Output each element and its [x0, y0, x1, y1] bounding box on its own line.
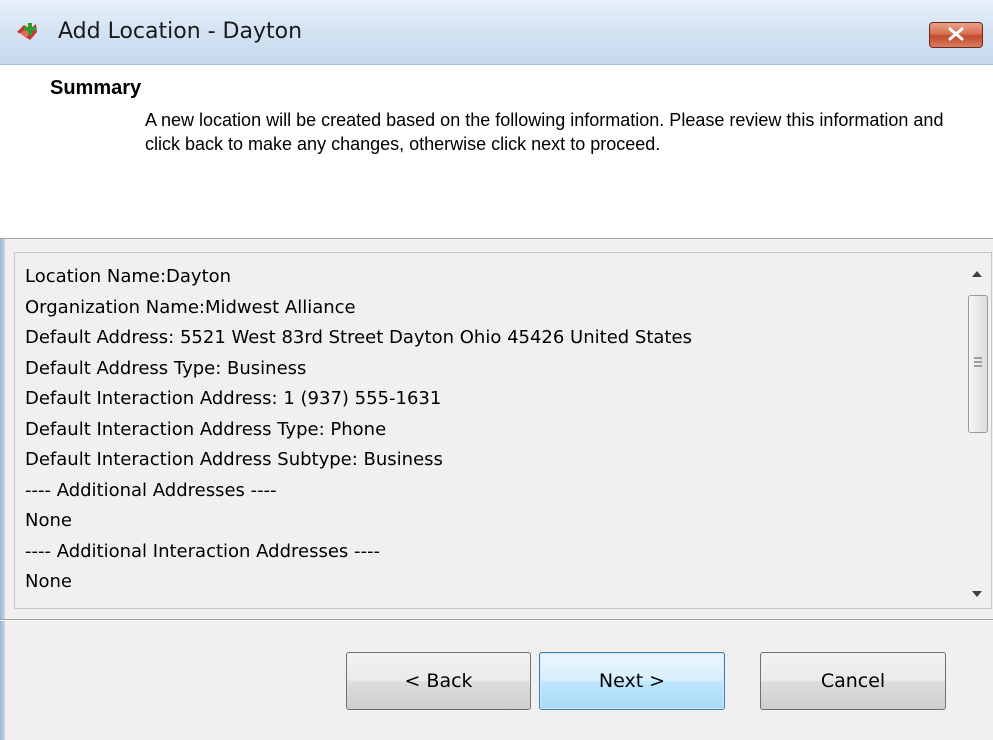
cancel-button[interactable]: Cancel — [760, 652, 946, 710]
summary-line-organization-name: Organization Name:Midwest Alliance — [25, 296, 356, 318]
add-location-icon — [14, 20, 40, 44]
add-location-dialog: Add Location - Dayton Summary A new loca… — [0, 0, 993, 740]
wizard-header: Summary A new location will be created b… — [0, 65, 993, 239]
summary-textbox[interactable]: Location Name:Dayton Organization Name:M… — [14, 252, 992, 609]
summary-line-interaction-address: Default Interaction Address: 1 (937) 555… — [25, 388, 442, 409]
scroll-up-button[interactable] — [963, 255, 991, 287]
summary-line-additional-interaction-header: ---- Additional Interaction Addresses --… — [25, 540, 380, 562]
scroll-down-arrow-icon — [972, 583, 982, 602]
summary-content: Location Name:Dayton Organization Name:M… — [25, 262, 950, 598]
footer-divider — [0, 619, 993, 621]
summary-line-interaction-address-subtype: Default Interaction Address Subtype: Bus… — [25, 449, 443, 470]
summary-line-additional-addresses-header: ---- Additional Addresses ---- — [25, 479, 277, 501]
summary-line-additional-addresses-value: None — [25, 510, 72, 531]
close-button[interactable] — [929, 22, 983, 48]
scroll-up-arrow-icon — [972, 262, 982, 281]
back-button[interactable]: < Back — [346, 652, 531, 710]
summary-line-default-address-type: Default Address Type: Business — [25, 357, 307, 379]
page-title: Summary — [50, 77, 142, 99]
page-description: A new location will be created based on … — [145, 110, 944, 154]
back-button-label: < Back — [404, 670, 473, 692]
window-title: Add Location - Dayton — [58, 19, 303, 44]
summary-line-interaction-address-type: Default Interaction Address Type: Phone — [25, 418, 387, 440]
scroll-down-button[interactable] — [963, 576, 991, 608]
scroll-thumb[interactable] — [968, 295, 988, 433]
close-icon — [947, 26, 965, 45]
next-button-label: Next > — [598, 670, 666, 692]
summary-line-location-name: Location Name:Dayton — [25, 266, 232, 287]
summary-line-additional-interaction-value: None — [25, 571, 72, 592]
vertical-scrollbar[interactable] — [963, 253, 991, 608]
next-button[interactable]: Next > — [539, 652, 725, 710]
scroll-grip-icon — [974, 354, 982, 370]
summary-line-default-address: Default Address: 5521 West 83rd Street D… — [25, 327, 692, 348]
title-bar[interactable]: Add Location - Dayton — [0, 0, 993, 65]
cancel-button-label: Cancel — [820, 670, 886, 692]
